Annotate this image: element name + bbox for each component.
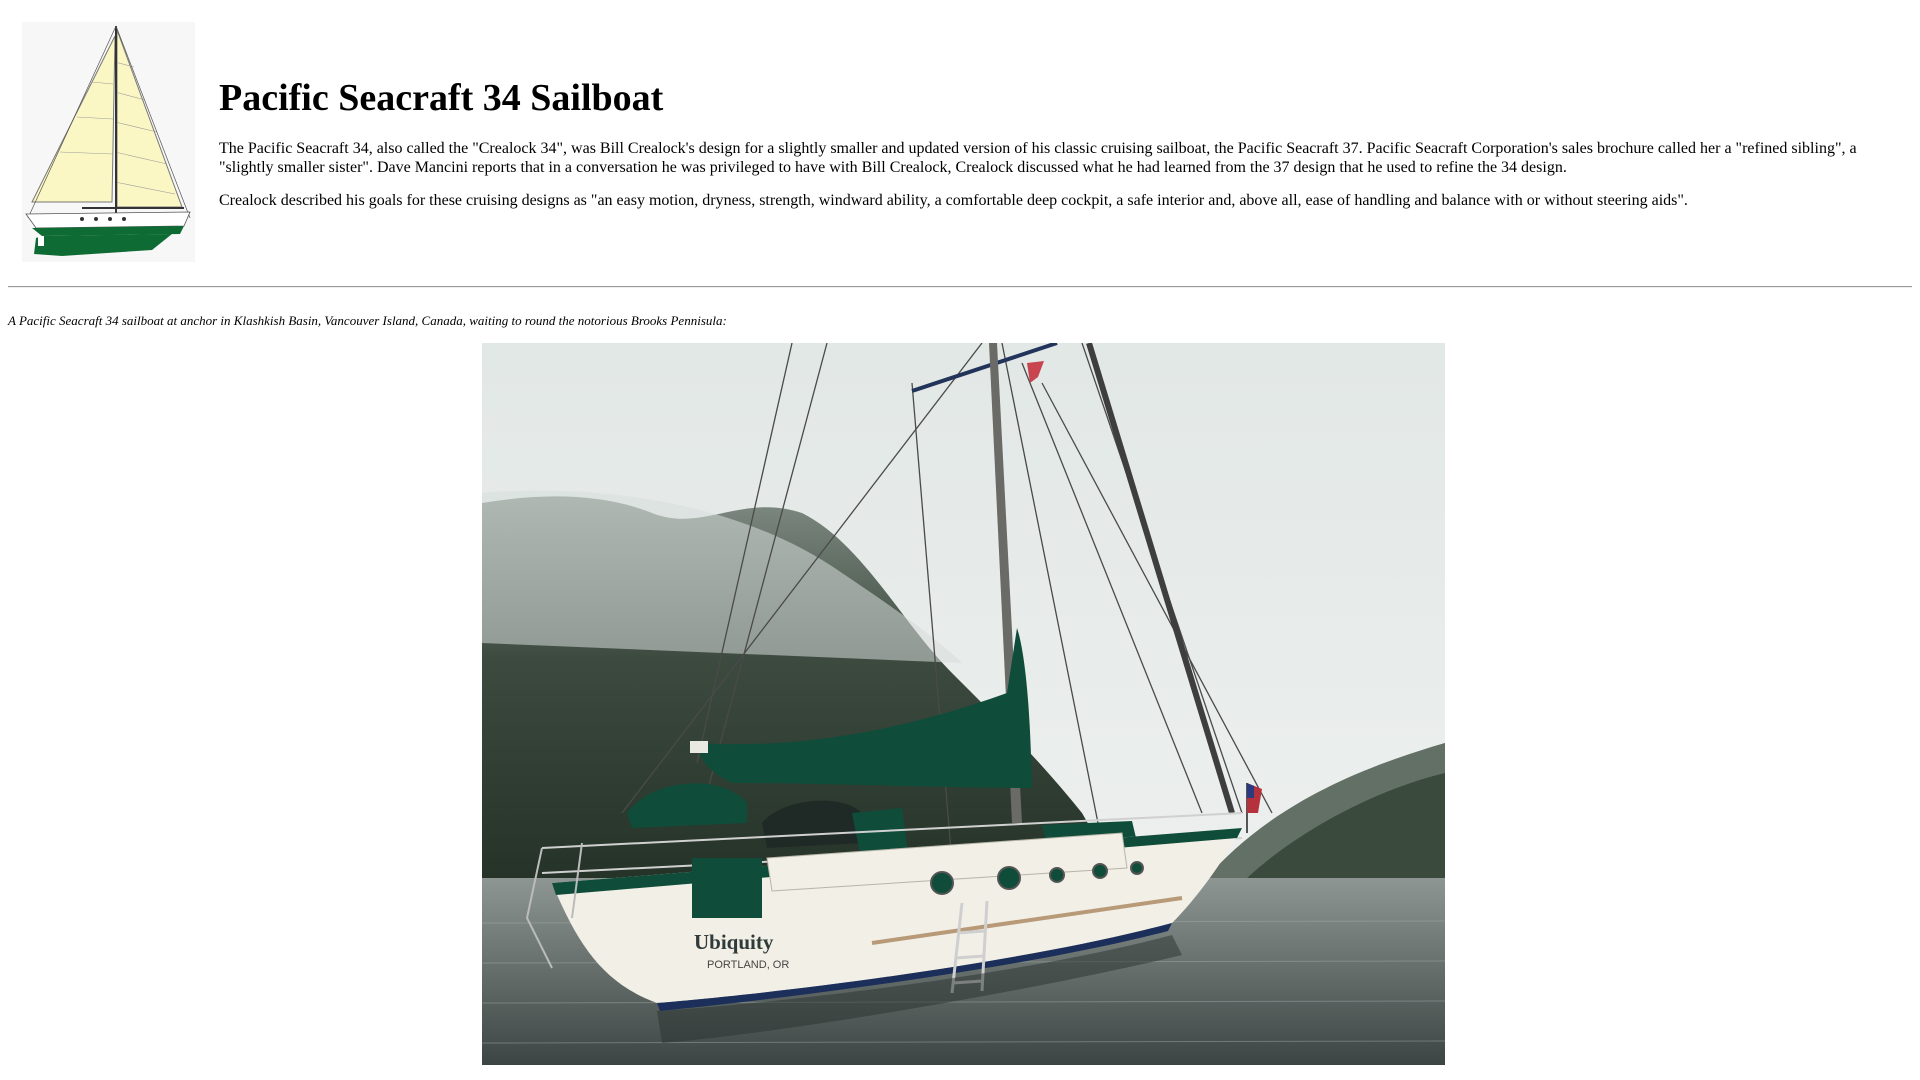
page-header: Pacific Seacraft 34 Sailboat The Pacific…	[0, 0, 1920, 280]
photo-caption: A Pacific Seacraft 34 sailboat at anchor…	[8, 313, 727, 328]
page-title: Pacific Seacraft 34 Sailboat	[219, 77, 664, 119]
divider	[8, 286, 1912, 288]
sailboat-drawing-icon	[22, 22, 195, 262]
goals-paragraph: Crealock described his goals for these c…	[219, 192, 1688, 209]
boat-port: PORTLAND, OR	[707, 959, 789, 971]
sailboat-photo: Ubiquity PORTLAND, OR	[482, 343, 1445, 1065]
boat-name: Ubiquity	[694, 930, 774, 954]
intro-paragraph: The Pacific Seacraft 34, also called the…	[219, 140, 1857, 176]
